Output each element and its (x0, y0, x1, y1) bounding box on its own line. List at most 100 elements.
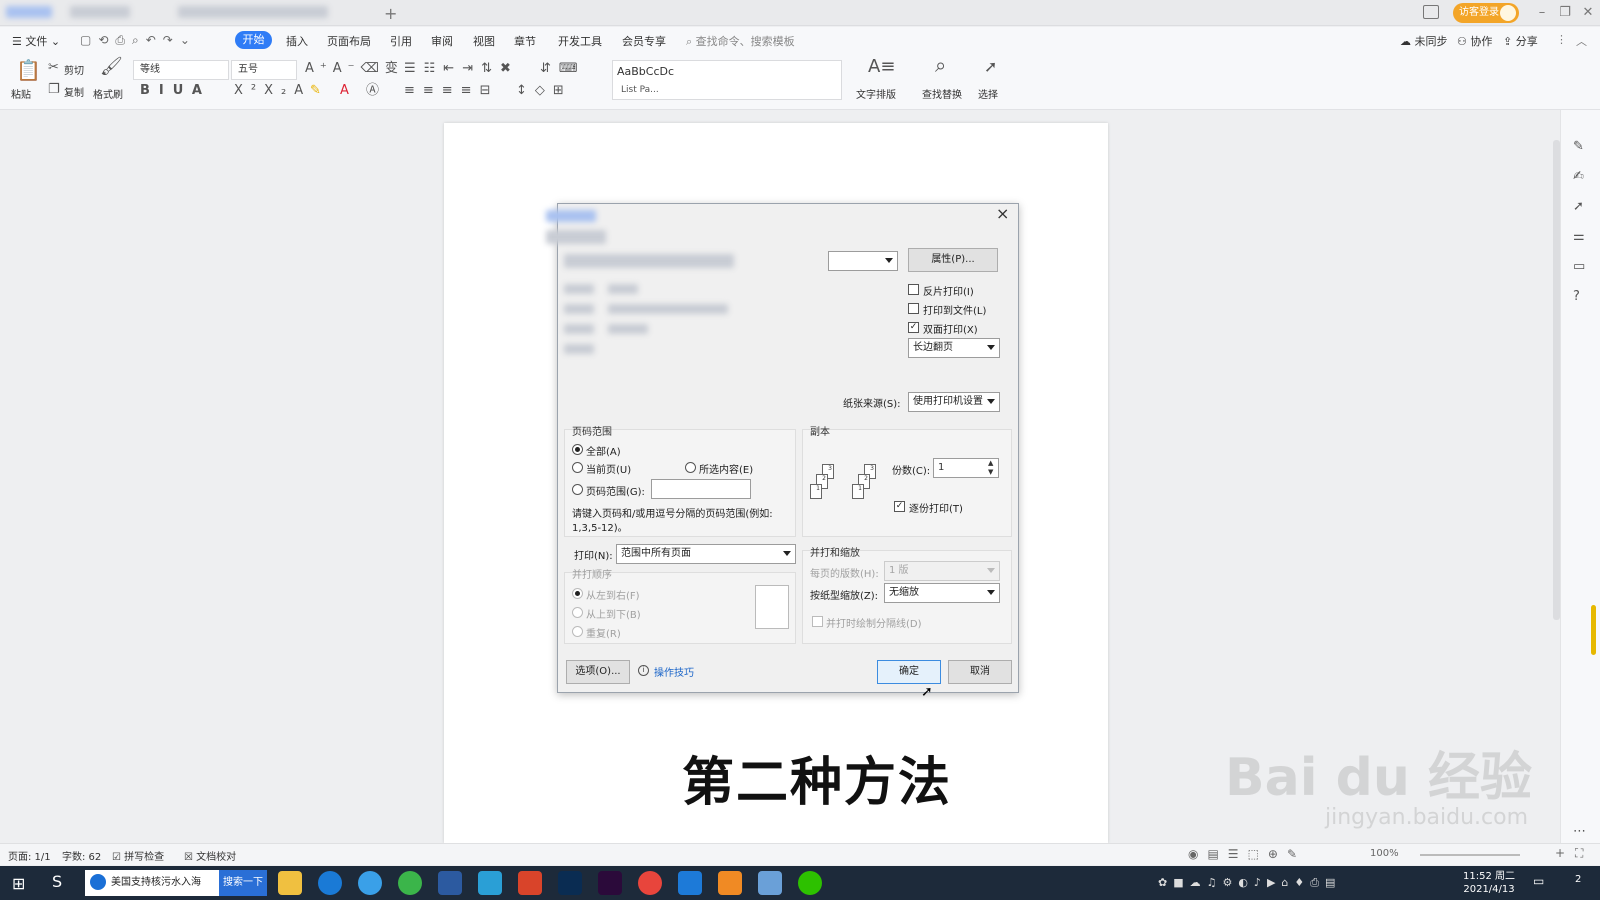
file-menu[interactable]: ☰ 文件 ⌄ (12, 33, 60, 49)
collaborate-button[interactable]: ⚇ 协作 (1457, 33, 1492, 49)
tab-chapter[interactable]: 章节 (514, 33, 536, 49)
current-page-radio[interactable] (572, 462, 583, 473)
wechat-icon[interactable] (798, 871, 822, 895)
duplex-mode-select[interactable]: 长边翻页 (908, 338, 1000, 358)
collapse-ribbon-icon[interactable]: ︿ (1576, 33, 1587, 49)
doc-proof[interactable]: ☒ 文档校对 (184, 848, 236, 863)
select-cursor-icon[interactable]: ➚ (984, 59, 997, 75)
find-icon[interactable]: ⌕ (935, 55, 946, 75)
collate-checkbox[interactable]: ✓ (894, 501, 905, 512)
sync-status[interactable]: ☁ 未同步 (1400, 33, 1448, 49)
tab-home[interactable]: 开始 (235, 31, 272, 49)
reverse-print-checkbox[interactable] (908, 284, 919, 295)
selection-radio[interactable] (685, 462, 696, 473)
help-icon[interactable]: ? (1573, 290, 1580, 304)
browser-icon[interactable] (318, 871, 342, 895)
chrome-icon[interactable] (638, 871, 662, 895)
print-to-file-checkbox[interactable] (908, 303, 919, 314)
calendar-icon[interactable] (718, 871, 742, 895)
settings-sliders-icon[interactable]: ⚌ (1573, 230, 1585, 244)
dialog-close-button[interactable]: × (996, 204, 1009, 223)
ok-button[interactable]: 确定 (877, 660, 941, 684)
minimize-icon[interactable]: – (1532, 3, 1552, 23)
backup-icon[interactable]: ▭ (1573, 260, 1585, 274)
more-icon[interactable]: ⋮ (1556, 33, 1567, 46)
pointer-icon[interactable]: ➚ (1573, 200, 1584, 214)
printer-select[interactable] (828, 251, 898, 271)
taskbar-search-button[interactable]: 搜索一下 (219, 870, 267, 896)
360-icon[interactable] (398, 871, 422, 895)
font-grow-shrink-icons[interactable]: A⁺A⁻⌫变 (305, 62, 404, 76)
more-dots-icon[interactable]: ⋯ (1573, 825, 1586, 839)
page-range-radio[interactable] (572, 484, 583, 495)
find-replace-label[interactable]: 查找替换 (922, 86, 962, 101)
tab-review[interactable]: 审阅 (431, 33, 453, 49)
file-explorer-icon[interactable] (278, 871, 302, 895)
font-name-select[interactable]: 等线 (133, 60, 229, 80)
tab-insert[interactable]: 插入 (286, 33, 308, 49)
pen-icon[interactable]: ✍ (1573, 170, 1584, 184)
style-gallery[interactable]: AaBbCcDc List Pa... (612, 60, 842, 100)
new-tab-button[interactable]: + (384, 4, 397, 23)
cancel-button[interactable]: 取消 (948, 660, 1012, 684)
alignment-icons[interactable]: ≡≡≡≡⊟ (404, 84, 498, 98)
scroll-indicator[interactable] (1591, 605, 1596, 655)
quick-access-toolbar[interactable]: ▢⟲⎙⌕↶↷⌄ (80, 33, 197, 48)
paper-source-select[interactable]: 使用打印机设置 (908, 392, 1000, 412)
sort-icons[interactable]: ⇵⌨ (540, 62, 586, 76)
options-button[interactable]: 选项(O)... (566, 660, 630, 684)
page-range-input[interactable] (651, 479, 751, 499)
close-window-icon[interactable]: ✕ (1578, 3, 1598, 23)
text-layout-label[interactable]: 文字排版 (856, 86, 896, 101)
paste-icon[interactable]: 📋 (16, 60, 41, 80)
style-icon[interactable]: ✎ (1573, 140, 1584, 154)
tips-link[interactable]: 操作技巧 (654, 664, 694, 679)
left-to-right-radio[interactable] (572, 588, 583, 599)
windows-start-icon[interactable]: ⊞ (12, 874, 25, 893)
tab-member[interactable]: 会员专享 (622, 33, 666, 49)
copy-icon[interactable]: ❐ (48, 83, 60, 97)
copy-label[interactable]: 复制 (64, 84, 84, 99)
cut-label[interactable]: 剪切 (64, 62, 84, 77)
script-icons[interactable]: X²X₂A (234, 84, 311, 98)
app-icon[interactable]: S (52, 872, 62, 891)
text-layout-icon[interactable]: A≡ (868, 58, 895, 76)
editor-icon[interactable] (478, 871, 502, 895)
all-pages-radio[interactable] (572, 444, 583, 455)
notification-icon[interactable]: ▭ (1533, 874, 1544, 888)
copies-spinner-icon[interactable]: ▲ ▼ (988, 459, 993, 477)
photoshop-icon[interactable] (558, 871, 582, 895)
select-label[interactable]: 选择 (978, 86, 998, 101)
premiere-icon[interactable] (598, 871, 622, 895)
command-search[interactable]: ⌕ 查找命令、搜索模板 (686, 33, 795, 49)
system-tray-icons[interactable]: ✿■☁♫⚙◐♪▶⌂♦⎙▤ (1158, 876, 1341, 890)
pages-per-sheet-select[interactable]: 1 版 (884, 561, 1000, 581)
zoom-in-icon[interactable]: + (1555, 846, 1565, 860)
phone-icon[interactable] (678, 871, 702, 895)
highlight-icon[interactable]: ✎ (310, 84, 321, 98)
tab-page-layout[interactable]: 页面布局 (327, 33, 371, 49)
char-border-icon[interactable]: Ⓐ (366, 84, 379, 98)
visitor-login-button[interactable]: 访客登录 (1453, 3, 1519, 23)
spacing-border-icons[interactable]: ↕◇⊞ (516, 84, 572, 98)
layout-icon[interactable] (1423, 5, 1439, 19)
cut-icon[interactable]: ✂ (48, 61, 59, 75)
tab-view[interactable]: 视图 (473, 33, 495, 49)
share-button[interactable]: ⇪ 分享 (1503, 33, 1538, 49)
zoom-slider[interactable] (1420, 854, 1520, 856)
notes-icon[interactable] (758, 871, 782, 895)
draw-lines-checkbox[interactable] (812, 616, 823, 627)
text-tool-icon[interactable] (438, 871, 462, 895)
print-what-select[interactable]: 范围中所有页面 (616, 544, 796, 564)
restore-icon[interactable]: ❐ (1555, 3, 1575, 23)
sogou-icon[interactable] (358, 871, 382, 895)
repeat-radio[interactable] (572, 626, 583, 637)
scale-select[interactable]: 无缩放 (884, 583, 1000, 603)
fullscreen-icon[interactable]: ⛶ (1575, 846, 1583, 861)
font-color-icon[interactable]: A (340, 84, 349, 98)
list-icons[interactable]: ☰☷⇤⇥⇅✖ (404, 62, 519, 76)
vertical-scrollbar[interactable] (1553, 140, 1560, 620)
tab-references[interactable]: 引用 (390, 33, 412, 49)
word-count[interactable]: 字数: 62 (62, 848, 101, 863)
text-format-icons[interactable]: BIUA (140, 84, 211, 98)
